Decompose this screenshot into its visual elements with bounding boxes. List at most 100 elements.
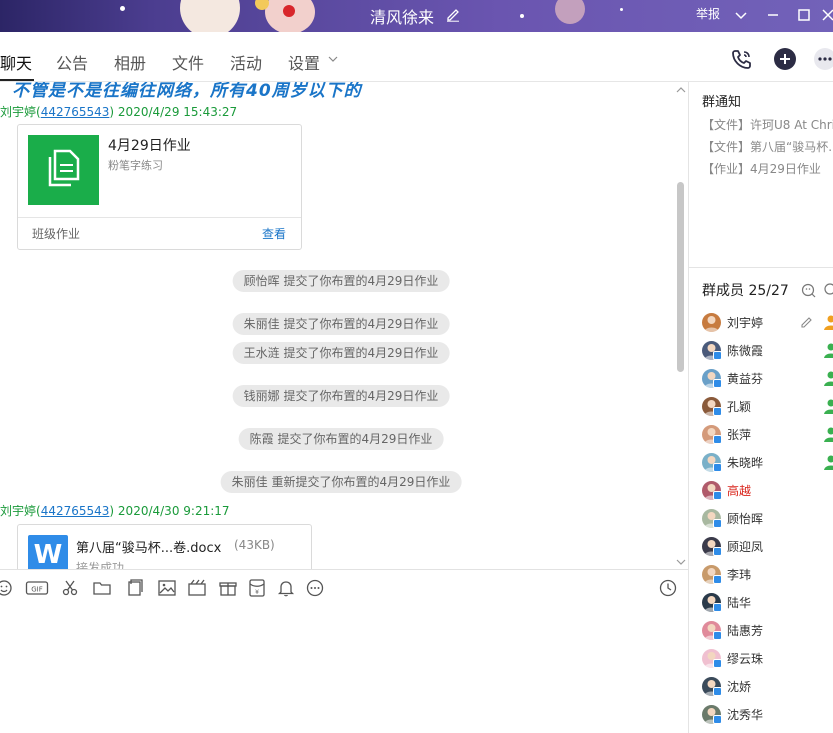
- notice-title: 群通知: [702, 95, 742, 110]
- message-input[interactable]: GIF ¥: [0, 569, 688, 733]
- add-icon[interactable]: [772, 46, 798, 72]
- file-name: 第八届“骏马杯...卷.docx: [76, 541, 222, 556]
- tab-settings[interactable]: 设置: [288, 50, 320, 74]
- message-text: 不管是不是往编往网络，所有40周岁以下的: [12, 82, 362, 101]
- message-header: 刘宇婷(442765543) 2020/4/30 9:21:17: [0, 504, 230, 518]
- member-row[interactable]: 孔颖: [702, 395, 833, 419]
- card-footer: 班级作业: [32, 227, 81, 241]
- folder-icon[interactable]: [92, 578, 112, 598]
- decoration: [620, 8, 623, 11]
- device-badge-icon: [713, 687, 722, 696]
- member-row[interactable]: 缪云珠: [702, 647, 833, 671]
- tab-album[interactable]: 相册: [114, 50, 146, 74]
- search-icon[interactable]: [823, 282, 833, 298]
- message-time: 2020/4/29 15:43:27: [117, 105, 238, 119]
- avatar: [702, 313, 721, 332]
- more-options-icon[interactable]: [305, 578, 325, 598]
- device-badge-icon: [713, 435, 722, 444]
- member-name: 缪云珠: [727, 652, 764, 666]
- group-sidebar: 群通知 【文件】许珂U8 At Chri... 【文件】第八届“骏马杯... 【…: [688, 82, 833, 733]
- phone-icon[interactable]: [729, 46, 755, 72]
- view-button[interactable]: 查看: [262, 225, 286, 242]
- device-badge-icon: [713, 519, 722, 528]
- device-badge-icon: [713, 351, 722, 360]
- red-packet-icon[interactable]: ¥: [247, 578, 267, 598]
- member-row[interactable]: 李玮: [702, 563, 833, 587]
- member-row[interactable]: 刘宇婷: [702, 311, 833, 335]
- gift-icon[interactable]: [218, 578, 238, 598]
- edit-title-icon[interactable]: [445, 6, 461, 22]
- file-status: 接发成功: [76, 561, 125, 569]
- divider: [689, 267, 833, 268]
- member-row[interactable]: 陈微霞: [702, 339, 833, 363]
- sender-qq-link[interactable]: 442765543: [41, 105, 110, 119]
- title-bar: 清风徐来 举报: [0, 0, 833, 32]
- member-name: 沈秀华: [727, 708, 764, 722]
- system-message: 王水涟 提交了你布置的4月29日作业: [232, 342, 450, 364]
- sender-name: 刘宇婷: [0, 105, 37, 119]
- device-badge-icon: [713, 491, 722, 500]
- system-message: 顾怡晖 提交了你布置的4月29日作业: [232, 270, 450, 292]
- more-icon[interactable]: [812, 46, 833, 72]
- tab-files[interactable]: 文件: [172, 50, 204, 74]
- svg-text:¥: ¥: [255, 589, 259, 596]
- tab-chat[interactable]: 聊天: [0, 50, 32, 74]
- member-name: 朱晓晔: [727, 456, 764, 470]
- member-row[interactable]: 陆惠芳: [702, 619, 833, 643]
- image-icon[interactable]: [157, 578, 177, 598]
- member-row[interactable]: 沈娇: [702, 675, 833, 699]
- device-badge-icon: [713, 715, 722, 724]
- member-row[interactable]: 黄益芬: [702, 367, 833, 391]
- member-name: 顾怡晖: [727, 512, 764, 526]
- admin-badge-icon: [824, 427, 833, 442]
- report-button[interactable]: 举报: [696, 5, 720, 22]
- maximize-icon[interactable]: [792, 3, 816, 27]
- sender-qq-link[interactable]: 442765543: [41, 504, 110, 518]
- edit-nickname-icon[interactable]: [800, 315, 814, 329]
- chat-history[interactable]: 不管是不是往编往网络，所有40周岁以下的 刘宇婷(442765543) 2020…: [0, 82, 688, 569]
- card-title: 4月29日作业: [108, 138, 191, 154]
- notice-item[interactable]: 【作业】4月29日作业: [702, 160, 821, 177]
- scrollbar-thumb[interactable]: [677, 182, 684, 372]
- member-row[interactable]: 沈秀华: [702, 703, 833, 727]
- scroll-up-icon[interactable]: [676, 86, 686, 94]
- close-icon[interactable]: [816, 3, 833, 27]
- message-time: 2020/4/30 9:21:17: [117, 504, 230, 518]
- member-name: 刘宇婷: [727, 316, 764, 330]
- file-card[interactable]: W 第八届“骏马杯...卷.docx (43KB) 接发成功: [17, 524, 312, 569]
- gif-icon[interactable]: GIF: [25, 578, 49, 598]
- device-badge-icon: [713, 379, 722, 388]
- tab-notice[interactable]: 公告: [56, 50, 88, 74]
- tab-activity[interactable]: 活动: [230, 50, 262, 74]
- member-row[interactable]: 陆华: [702, 591, 833, 615]
- divider: [18, 217, 301, 218]
- screenshot-icon[interactable]: [125, 578, 145, 598]
- video-icon[interactable]: [187, 578, 207, 598]
- scroll-down-icon[interactable]: [676, 558, 686, 566]
- homework-card[interactable]: 4月29日作业 粉笔字练习 班级作业 查看: [17, 124, 302, 250]
- device-badge-icon: [713, 575, 722, 584]
- minimize-icon[interactable]: [761, 3, 785, 27]
- member-name: 李玮: [727, 568, 752, 582]
- notice-item[interactable]: 【文件】许珂U8 At Chri...: [702, 116, 833, 133]
- admin-badge-icon: [824, 455, 833, 470]
- tab-bar: 聊天 公告 相册 文件 活动 设置: [0, 32, 833, 82]
- chevron-down-icon[interactable]: [729, 3, 753, 27]
- system-message: 朱丽佳 提交了你布置的4月29日作业: [232, 313, 450, 335]
- emoji-icon[interactable]: [0, 578, 14, 598]
- device-badge-icon: [713, 547, 722, 556]
- member-row[interactable]: 朱晓晔: [702, 451, 833, 475]
- history-clock-icon[interactable]: [658, 578, 678, 598]
- member-name: 张萍: [727, 428, 752, 442]
- chevron-down-icon[interactable]: [328, 55, 338, 63]
- member-row[interactable]: 顾怡晖: [702, 507, 833, 531]
- decoration: [180, 0, 240, 32]
- member-search-icon[interactable]: [801, 282, 817, 298]
- member-row[interactable]: 顾迎凤: [702, 535, 833, 559]
- notice-item[interactable]: 【文件】第八届“骏马杯...: [702, 138, 833, 155]
- member-row[interactable]: 高越: [702, 479, 833, 503]
- file-size: (43KB): [234, 538, 275, 552]
- scissors-icon[interactable]: [60, 578, 80, 598]
- bell-icon[interactable]: [276, 578, 296, 598]
- member-row[interactable]: 张萍: [702, 423, 833, 447]
